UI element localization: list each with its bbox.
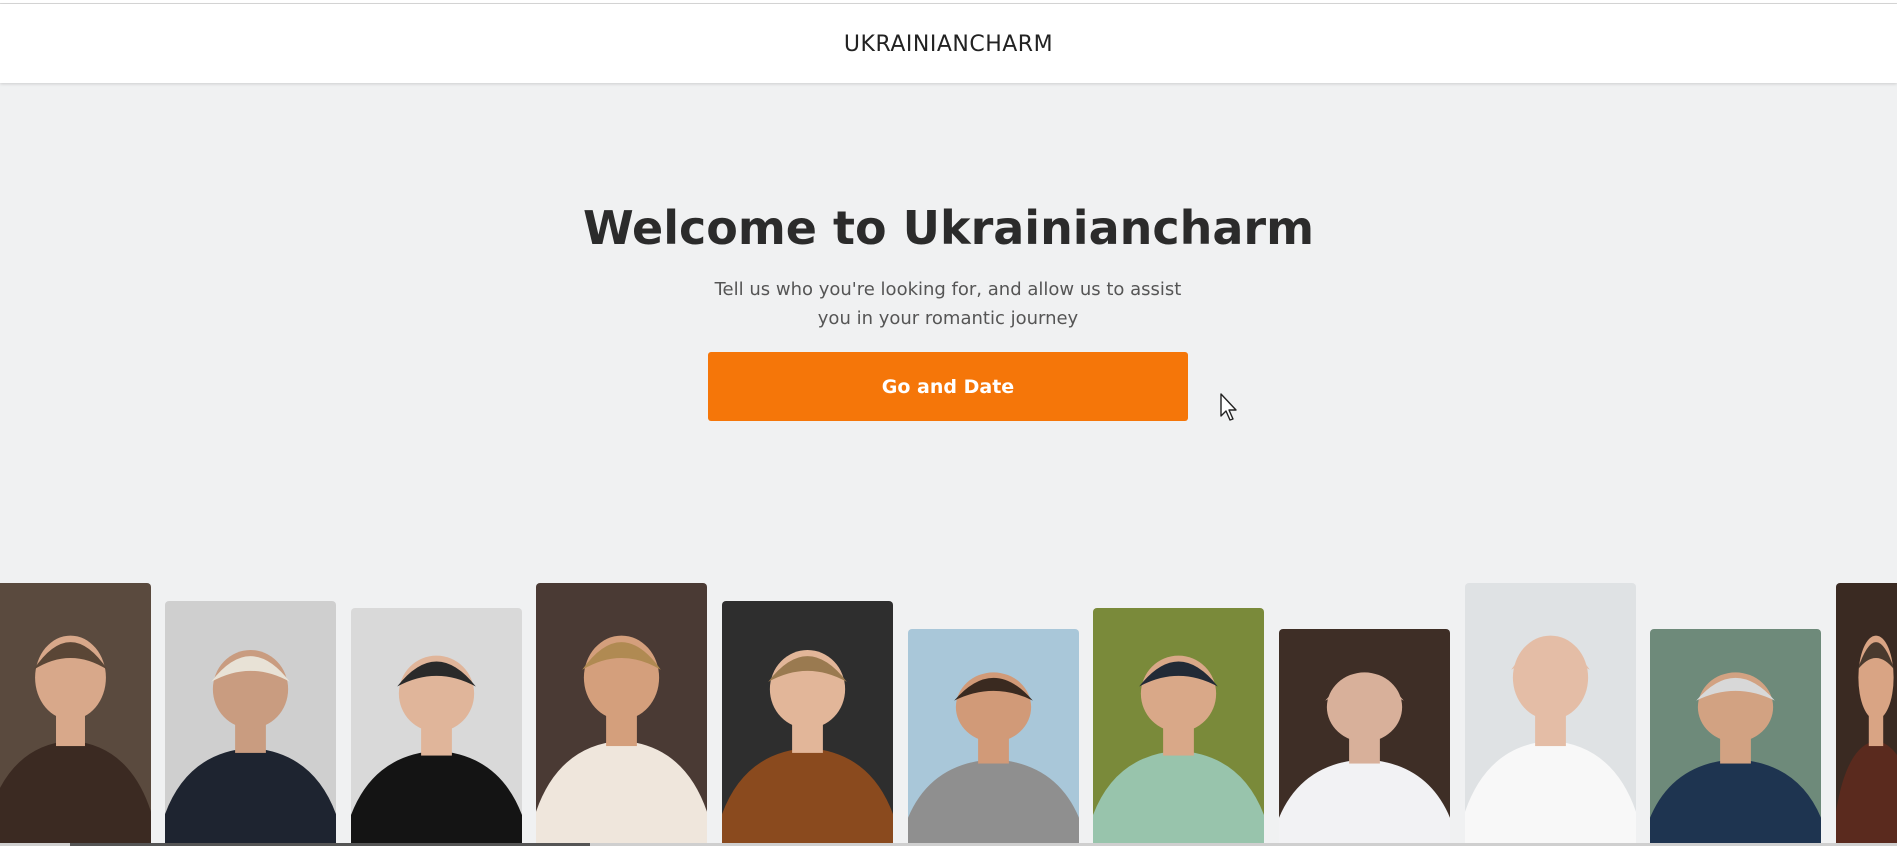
profile-photo-5[interactable] — [722, 601, 893, 846]
profile-photo-6[interactable] — [908, 629, 1079, 846]
profile-photo-7[interactable] — [1093, 608, 1264, 846]
hero-section: Welcome to Ukrainiancharm Tell us who yo… — [0, 83, 1897, 563]
profile-gallery — [0, 580, 1897, 846]
go-and-date-button[interactable]: Go and Date — [708, 352, 1188, 421]
profile-photo-8[interactable] — [1279, 629, 1450, 846]
site-header: UKRAINIANCHARM — [0, 4, 1897, 83]
profile-photo-3[interactable] — [351, 608, 522, 846]
profile-photo-1[interactable] — [0, 583, 151, 846]
hero-title: Welcome to Ukrainiancharm — [582, 201, 1315, 255]
profile-photo-2[interactable] — [165, 601, 336, 846]
hero-subtitle: Tell us who you're looking for, and allo… — [714, 279, 1182, 329]
profile-photo-9[interactable] — [1465, 583, 1636, 846]
profile-photo-11[interactable] — [1836, 583, 1897, 846]
profile-photo-10[interactable] — [1650, 629, 1821, 846]
site-logo[interactable]: UKRAINIANCHARM — [844, 32, 1053, 57]
profile-photo-4[interactable] — [536, 583, 707, 846]
mouse-cursor-icon — [1220, 393, 1237, 421]
